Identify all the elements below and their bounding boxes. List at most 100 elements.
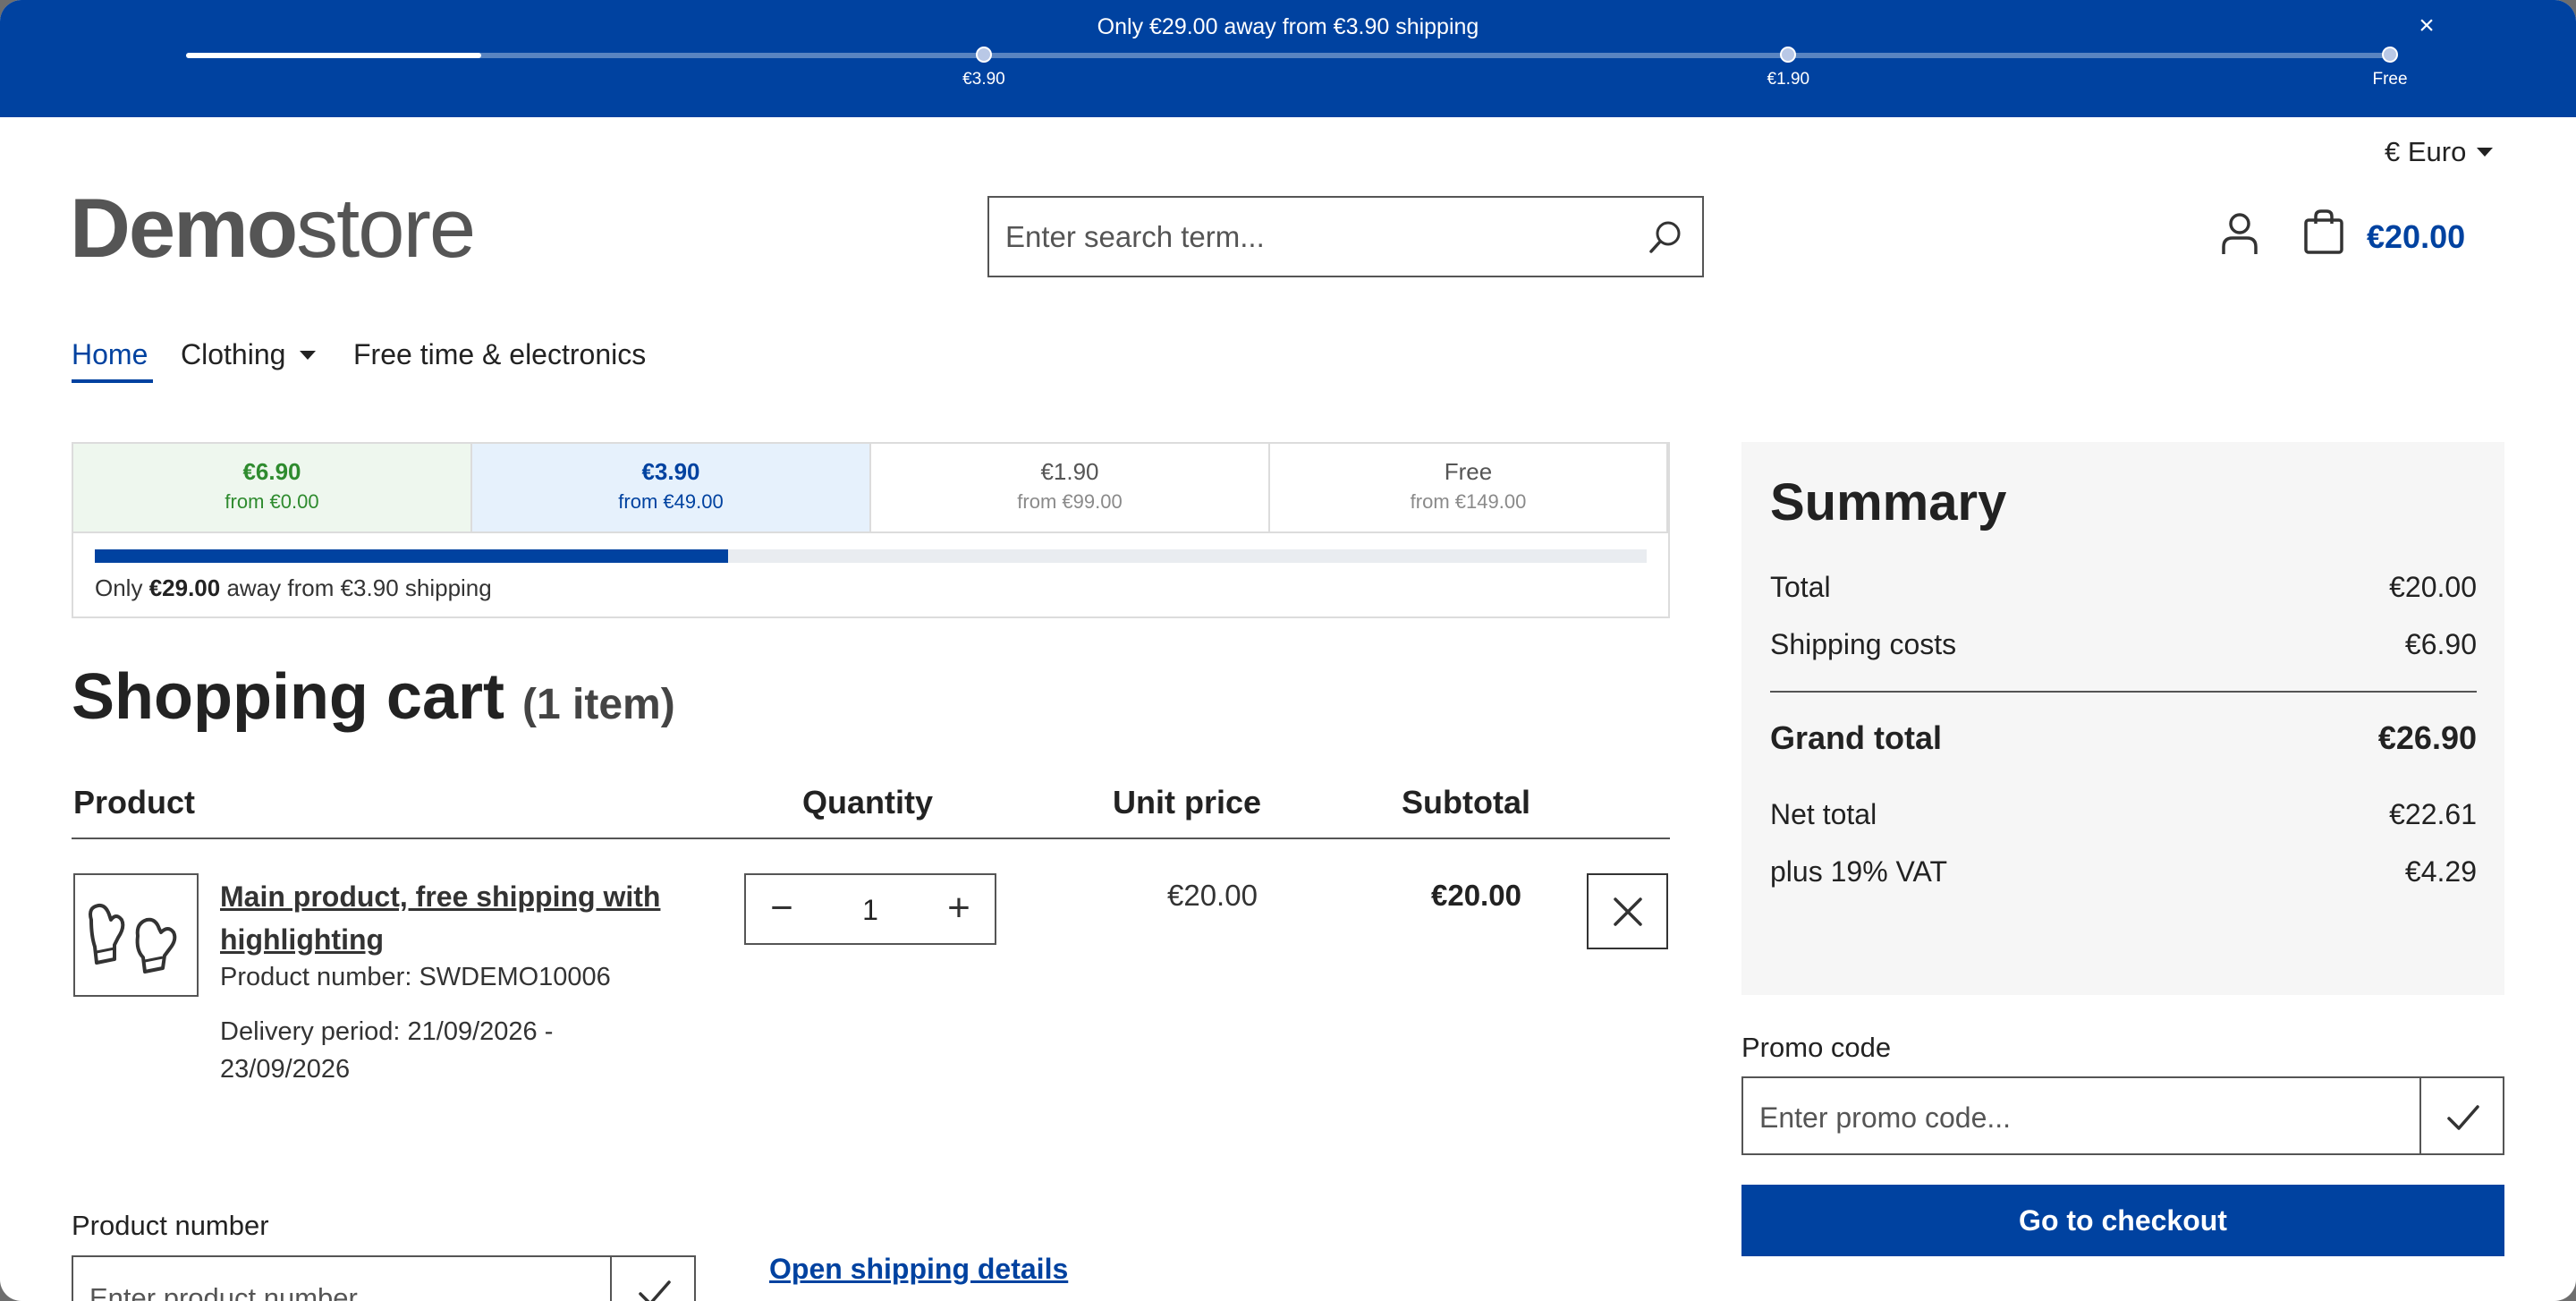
nav-item-free-time-electronics[interactable]: Free time & electronics [353,338,646,371]
msg-suffix: away from €3.90 shipping [220,574,492,601]
tier-threshold: from €0.00 [225,490,319,513]
summary-row-total: Total €20.00 [1770,571,2477,604]
nav-item-clothing[interactable]: Clothing [181,338,317,371]
row-value: €20.00 [2389,571,2477,603]
free-shipping-banner: Only €29.00 away from €3.90 shipping × €… [0,0,2576,117]
currency-label: € Euro [2385,136,2467,167]
tier-next: €3.90 from €49.00 [472,444,871,531]
checkmark-icon [2447,1105,2479,1130]
nav-label: Clothing [181,338,286,370]
delivery-period: Delivery period: 21/09/2026 - 23/09/2026 [220,1017,554,1084]
chevron-down-icon [300,350,317,360]
quantity-increase-button[interactable]: + [923,875,995,943]
close-icon [1614,897,1642,926]
page: Only €29.00 away from €3.90 shipping × €… [0,0,2576,1301]
cart-title: Shopping cart [72,661,504,733]
banner-milestone-label: €3.90 [962,70,1005,89]
nav-active-underline [72,379,153,383]
row-label: Grand total [1770,719,1943,756]
tier-progress-fill [95,549,728,563]
summary-row-grand-total: Grand total €26.90 [1770,719,2477,757]
logo[interactable]: Demostore [70,181,476,275]
msg-prefix: Only [95,574,149,601]
cart-total[interactable]: €20.00 [2367,218,2465,256]
product-thumbnail[interactable] [73,873,199,997]
banner-milestone-label: Free [2372,70,2408,89]
cart-bag-icon[interactable] [2299,208,2349,258]
column-header-product: Product [73,784,196,821]
divider [1770,691,2477,693]
page-title: Shopping cart (1 item) [72,660,675,734]
summary-row-vat: plus 19% VAT €4.29 [1770,855,2477,889]
add-product-button[interactable] [610,1255,696,1301]
tier-price: €1.90 [1040,458,1099,485]
column-header-subtotal: Subtotal [1402,784,1530,821]
tier-threshold: from €149.00 [1410,490,1527,513]
row-label: plus 19% VAT [1770,855,1948,888]
product-number-field-box [72,1255,612,1301]
banner-milestone-dot [1780,47,1797,63]
tier-current: €6.90 from €0.00 [73,444,472,531]
banner-message: Only €29.00 away from €3.90 shipping [1097,14,1479,39]
checkmark-icon [639,1280,671,1301]
nav-label: Home [72,338,148,370]
user-account-icon[interactable] [2215,209,2265,259]
product-number: Product number: SWDEMO10006 [220,963,611,991]
banner-close-icon[interactable]: × [2413,13,2440,39]
tier-price: €6.90 [242,458,301,485]
product-number-label: Product number [72,1210,269,1241]
summary-row-net-total: Net total €22.61 [1770,798,2477,831]
divider [72,838,1670,839]
shipping-tiers: €6.90 from €0.00 €3.90 from €49.00 €1.90… [72,442,1670,618]
row-label: Net total [1770,798,1877,830]
tier-inactive: €1.90 from €99.00 [871,444,1270,531]
tier-threshold: from €99.00 [1017,490,1123,513]
go-to-checkout-button[interactable]: Go to checkout [1741,1185,2504,1256]
column-header-quantity: Quantity [802,784,934,821]
search-box [987,196,1704,277]
banner-milestone-label: €1.90 [1767,70,1810,89]
product-number-input[interactable] [89,1280,590,1301]
row-value: €4.29 [2404,855,2477,888]
tier-price: Free [1444,458,1493,485]
logo-bold: Demo [70,181,298,275]
nav-item-home[interactable]: Home [72,338,148,371]
summary-row-shipping: Shipping costs €6.90 [1770,628,2477,661]
row-value: €6.90 [2404,628,2477,660]
mittens-icon [89,903,177,974]
apply-promo-button[interactable] [2419,1076,2504,1155]
quantity-decrease-button[interactable]: − [746,875,818,943]
row-value: €26.90 [2377,719,2477,756]
tier-price: €3.90 [641,458,700,485]
row-label: Shipping costs [1770,628,1957,660]
nav-label: Free time & electronics [353,338,647,370]
banner-progress-track [186,53,2390,58]
unit-price: €20.00 [1167,879,1258,912]
logo-regular: store [296,181,476,275]
banner-progress-fill [186,53,482,58]
search-icon[interactable] [1646,217,1685,257]
msg-amount: €29.00 [148,574,221,601]
tier-progress-message: Only €29.00 away from €3.90 shipping [95,574,492,602]
banner-milestone-dot [975,47,992,63]
promo-code-label: Promo code [1741,1032,1892,1063]
chevron-down-icon [2477,148,2494,157]
row-value: €22.61 [2389,798,2477,830]
column-header-unit-price: Unit price [1113,784,1262,821]
remove-item-button[interactable] [1587,873,1668,949]
tier-inactive: Free from €149.00 [1270,444,1668,531]
banner-milestone-dot [2382,47,2398,63]
promo-code-input[interactable] [1759,1100,2385,1135]
search-input[interactable] [1005,216,1614,259]
currency-dropdown[interactable]: € Euro [2385,136,2494,168]
promo-code-field-box [1741,1076,2421,1155]
product-name-link[interactable]: Main product, free shipping with highlig… [220,875,667,961]
order-summary: Summary Total €20.00 Shipping costs €6.9… [1741,442,2504,995]
open-shipping-details-link[interactable]: Open shipping details [769,1253,1068,1286]
line-subtotal: €20.00 [1431,879,1521,912]
quantity-stepper: − 1 + [744,873,996,945]
tier-threshold: from €49.00 [618,490,724,513]
quantity-value[interactable]: 1 [818,875,923,943]
cart-item-count: (1 item) [522,681,675,728]
summary-title: Summary [1770,473,2007,531]
